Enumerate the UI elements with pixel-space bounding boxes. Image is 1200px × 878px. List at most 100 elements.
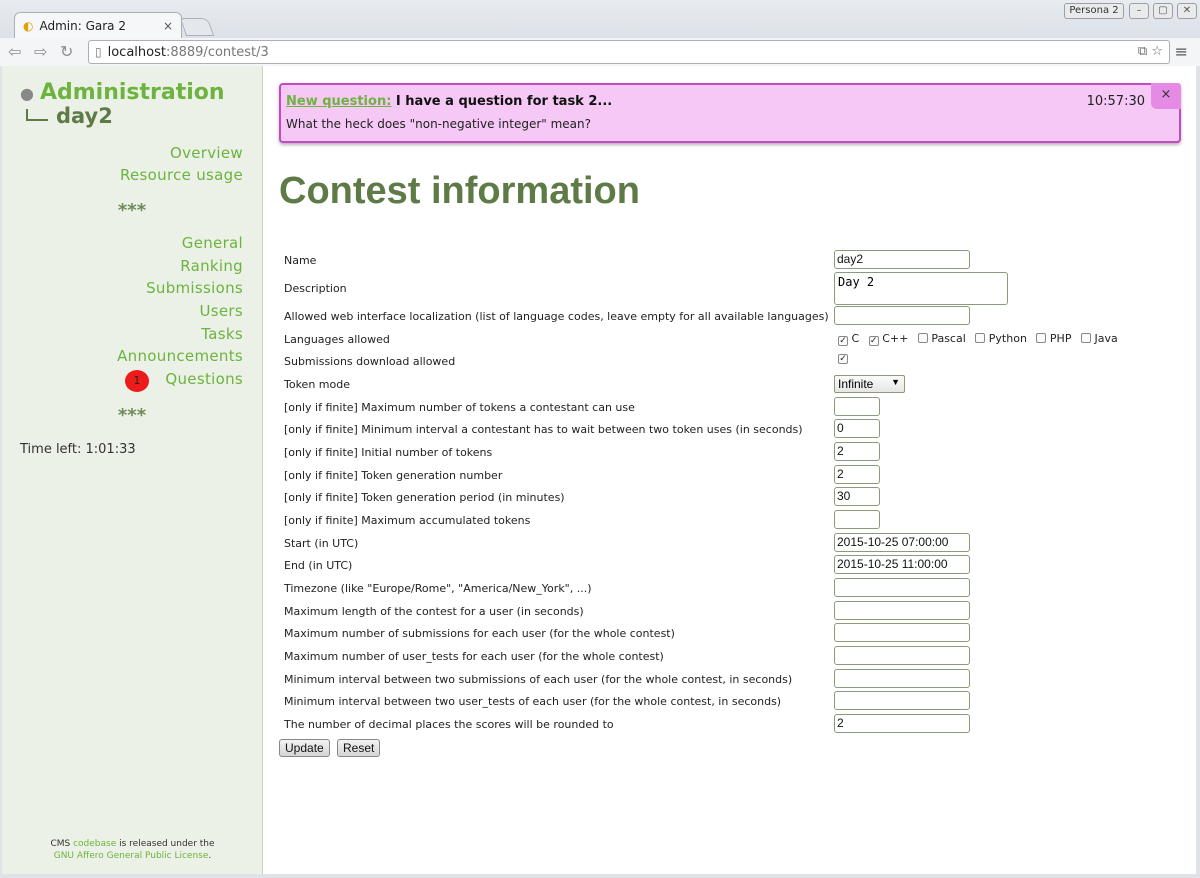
field-label-gen-period: [only if finite] Token generation period…	[284, 491, 565, 504]
sidebar-item-resource-usage[interactable]: Resource usage	[120, 166, 243, 184]
field-label-start: Start (in UTC)	[284, 537, 359, 550]
bookmark-star-icon[interactable]: ☆	[1151, 44, 1163, 59]
tab-title: Admin: Gara 2	[39, 18, 126, 33]
forward-icon[interactable]: ⇨	[34, 42, 47, 62]
language-label: C	[851, 332, 860, 345]
admin-title-label: Administration	[39, 80, 225, 105]
notification-header: New question: I have a question for task…	[286, 94, 612, 109]
notification-time: 10:57:30	[1086, 94, 1145, 109]
field-label-end: End (in UTC)	[284, 559, 353, 572]
back-icon[interactable]: ⇦	[8, 42, 21, 62]
separator-stars: ***	[117, 405, 147, 426]
sidebar-item-general[interactable]: General	[182, 234, 243, 252]
sidebar-item-submissions[interactable]: Submissions	[146, 279, 243, 297]
footer-text: CMS	[50, 839, 74, 849]
sidebar-item-tasks[interactable]: Tasks	[201, 325, 243, 343]
close-window-icon[interactable]: ✕	[1177, 3, 1197, 19]
dropdown-arrow-icon: ▼	[891, 377, 900, 387]
field-label-languages: Languages allowed	[284, 333, 390, 346]
max-user-tests-input[interactable]	[834, 646, 970, 665]
field-label-initial-tokens: [only if finite] Initial number of token…	[284, 446, 493, 459]
timezone-input[interactable]	[834, 578, 970, 597]
address-bar[interactable]: ▯ localhost:8889/contest/3 ⧉ ☆	[88, 40, 1170, 64]
question-notification: New question: I have a question for task…	[279, 83, 1181, 143]
browser-menu-icon[interactable]: ≡	[1175, 42, 1188, 61]
field-label-description: Description	[284, 282, 347, 295]
questions-count-badge: 1	[125, 370, 149, 392]
token-mode-select[interactable]: Infinite ▼	[834, 375, 905, 393]
checkbox-unchecked-icon[interactable]	[975, 333, 986, 343]
license-link[interactable]: GNU Affero General Public License	[54, 851, 209, 861]
start-input[interactable]: 2015-10-25 07:00:00	[834, 533, 970, 552]
maximize-icon[interactable]: ▢	[1153, 3, 1173, 19]
checkbox-unchecked-icon[interactable]	[917, 333, 928, 343]
checkbox-checked-icon[interactable]: ✓	[868, 336, 879, 346]
field-label-max-length: Maximum length of the contest for a user…	[284, 605, 584, 618]
min-user-test-interval-input[interactable]	[834, 691, 970, 710]
localization-input[interactable]	[834, 306, 970, 325]
minimize-icon[interactable]: –	[1129, 3, 1149, 19]
max-submissions-input[interactable]	[834, 623, 970, 642]
checkbox-checked-icon[interactable]: ✓	[838, 336, 848, 346]
sidebar-item-questions[interactable]: Questions	[165, 370, 243, 388]
sidebar-item-ranking[interactable]: Ranking	[180, 257, 243, 275]
browser-tab[interactable]: ◐ Admin: Gara 2 ×	[14, 12, 182, 38]
favicon-icon: ◐	[23, 18, 34, 33]
language-option-python[interactable]: Python	[975, 332, 1027, 345]
footer-text: .	[208, 851, 212, 861]
name-input[interactable]: day2	[834, 250, 970, 269]
field-label-download: Submissions download allowed	[284, 355, 456, 368]
field-label-max-user-tests: Maximum number of user_tests for each us…	[284, 650, 664, 663]
language-option-php[interactable]: PHP	[1036, 332, 1071, 345]
sidebar-item-users[interactable]: Users	[199, 302, 243, 320]
submissions-download-checkbox[interactable]: ✓	[838, 354, 848, 364]
min-submission-interval-input[interactable]	[834, 669, 970, 688]
language-option-c[interactable]: ✓ C	[838, 332, 860, 346]
language-label: Python	[988, 332, 1027, 345]
language-label: Pascal	[931, 332, 966, 345]
field-label-max-tokens: [only if finite] Maximum number of token…	[284, 401, 635, 414]
bullet-icon: ●	[20, 83, 34, 103]
language-option-cpp[interactable]: ✓ C++	[868, 332, 909, 346]
field-label-max-accumulated: [only if finite] Maximum accumulated tok…	[284, 514, 531, 527]
max-accumulated-input[interactable]	[834, 510, 880, 529]
field-label-token-interval: [only if finite] Minimum interval a cont…	[284, 423, 803, 436]
token-mode-value: Infinite	[838, 377, 874, 391]
field-label-localization: Allowed web interface localization (list…	[284, 310, 829, 323]
codebase-link[interactable]: codebase	[73, 839, 116, 849]
admin-title[interactable]: ● Administration	[20, 80, 225, 105]
field-label-score-precision: The number of decimal places the scores …	[284, 718, 614, 731]
translate-icon[interactable]: ⧉	[1138, 44, 1147, 59]
tab-close-icon[interactable]: ×	[163, 19, 173, 33]
license-footer: CMS codebase is released under the GNU A…	[2, 838, 263, 862]
page-content: ● Administration day2 Overview Resource u…	[2, 66, 1196, 874]
reset-button[interactable]: Reset	[337, 739, 381, 757]
update-button[interactable]: Update	[279, 739, 330, 757]
field-label-name: Name	[284, 254, 317, 267]
gen-number-input[interactable]: 2	[834, 465, 880, 484]
new-question-link[interactable]: New question:	[286, 94, 391, 109]
max-length-input[interactable]	[834, 601, 970, 620]
sidebar-item-announcements[interactable]: Announcements	[117, 347, 243, 365]
checkbox-unchecked-icon[interactable]	[1036, 333, 1047, 343]
max-tokens-input[interactable]	[834, 397, 880, 416]
new-tab-button[interactable]	[179, 18, 215, 36]
language-option-pascal[interactable]: Pascal	[917, 332, 966, 345]
reload-icon[interactable]: ↻	[60, 42, 73, 62]
languages-checkboxes: ✓ C ✓ C++ Pascal Python PHP Java	[838, 332, 1124, 346]
language-label: C++	[882, 332, 909, 345]
end-input[interactable]: 2015-10-25 11:00:00	[834, 555, 970, 574]
notification-subject: I have a question for task 2...	[391, 94, 613, 109]
gen-period-input[interactable]: 30	[834, 487, 880, 506]
token-interval-input[interactable]: 0	[834, 419, 880, 438]
close-icon[interactable]: ×	[1151, 83, 1181, 109]
sidebar-item-overview[interactable]: Overview	[170, 144, 243, 162]
description-textarea[interactable]: Day 2	[834, 272, 1008, 305]
language-label: Java	[1094, 332, 1118, 345]
score-precision-input[interactable]: 2	[834, 714, 970, 733]
contest-name[interactable]: day2	[26, 104, 113, 128]
persona-button[interactable]: Persona 2	[1064, 3, 1124, 19]
language-option-java[interactable]: Java	[1080, 332, 1118, 345]
checkbox-unchecked-icon[interactable]	[1080, 333, 1091, 343]
initial-tokens-input[interactable]: 2	[834, 442, 880, 461]
